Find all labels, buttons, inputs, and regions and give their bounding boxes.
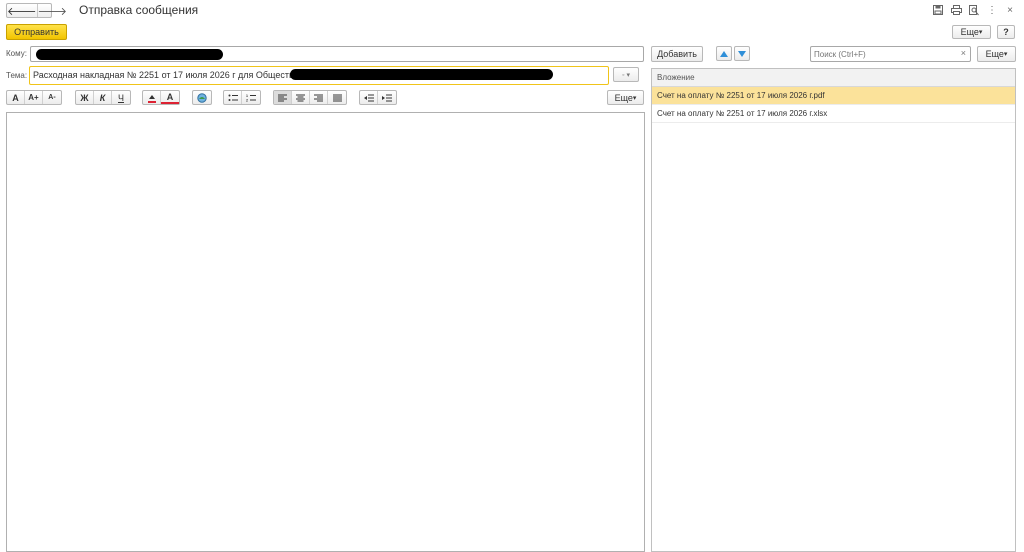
table-row[interactable]: Счет на оплату № 2251 от 17 июля 2026 г.… — [652, 87, 1015, 105]
arrow-down-icon — [738, 50, 746, 57]
font-decrease-icon[interactable]: A- — [43, 91, 61, 104]
history-nav: 🡐 🡒 — [6, 3, 67, 18]
format-more-label: Еще — [614, 92, 633, 103]
color-group: A — [142, 90, 180, 105]
forward-arrow-icon[interactable]: 🡒 — [38, 4, 68, 18]
table-row[interactable]: Счет на оплату № 2251 от 17 июля 2026 г.… — [652, 105, 1015, 123]
font-icon[interactable]: A — [7, 91, 25, 104]
attachment-name: Счет на оплату № 2251 от 17 июля 2026 г.… — [657, 91, 825, 100]
format-more-button[interactable]: Еще — [607, 90, 644, 105]
move-up-button[interactable] — [716, 46, 732, 61]
align-left-icon[interactable] — [274, 91, 292, 104]
italic-button[interactable]: К — [94, 91, 112, 104]
more-label: Еще — [960, 27, 979, 37]
bold-button[interactable]: Ж — [76, 91, 94, 104]
underline-button[interactable]: Ч — [112, 91, 130, 104]
numbered-list-icon[interactable]: 12 — [242, 91, 260, 104]
move-down-button[interactable] — [734, 46, 750, 61]
indent-group — [359, 90, 397, 105]
save-icon[interactable] — [932, 4, 944, 16]
window-controls: ⋮ × — [932, 4, 1016, 16]
redaction-mark — [36, 49, 223, 60]
font-style-group: Ж К Ч — [75, 90, 131, 105]
align-justify-icon[interactable] — [328, 91, 346, 104]
text-color-icon[interactable]: A — [161, 91, 179, 104]
svg-text:2: 2 — [246, 98, 248, 102]
redaction-mark — [290, 69, 553, 80]
svg-text:1: 1 — [246, 94, 248, 98]
send-button[interactable]: Отправить — [6, 24, 67, 40]
to-label: Кому: — [6, 49, 27, 58]
arrow-up-icon — [720, 50, 728, 57]
bullet-list-icon[interactable] — [224, 91, 242, 104]
column-header-attachment[interactable]: Вложение — [652, 69, 1015, 87]
help-button[interactable]: ? — [997, 25, 1015, 39]
attachments-more-button[interactable]: Еще — [977, 46, 1016, 62]
attachments-table: Вложение Счет на оплату № 2251 от 17 июл… — [651, 68, 1016, 552]
back-arrow-icon[interactable]: 🡐 — [7, 4, 38, 18]
subject-value: Расходная накладная № 2251 от 17 июля 20… — [33, 70, 322, 80]
print-icon[interactable] — [950, 4, 962, 16]
close-icon[interactable]: × — [1004, 4, 1016, 16]
align-right-icon[interactable] — [310, 91, 328, 104]
subject-label: Тема: — [6, 71, 28, 80]
attachments-more-label: Еще — [985, 49, 1004, 59]
font-size-group: A A+ A- — [6, 90, 62, 105]
preview-icon[interactable] — [968, 4, 980, 16]
indent-decrease-icon[interactable] — [360, 91, 378, 104]
image-icon[interactable] — [193, 91, 211, 104]
search-field[interactable]: × — [810, 46, 971, 62]
font-increase-icon[interactable]: A+ — [25, 91, 43, 104]
add-attachment-button[interactable]: Добавить — [651, 46, 703, 62]
window-title: Отправка сообщения — [79, 3, 199, 17]
message-body-editor[interactable] — [6, 112, 645, 552]
chevron-down-icon: ◦ ▾ — [622, 71, 630, 79]
more-menu-button[interactable]: Еще — [952, 25, 991, 39]
indent-increase-icon[interactable] — [378, 91, 396, 104]
subject-template-button[interactable]: ◦ ▾ — [613, 67, 639, 82]
image-group — [192, 90, 212, 105]
align-center-icon[interactable] — [292, 91, 310, 104]
search-input[interactable] — [811, 47, 956, 61]
list-group: 12 — [223, 90, 261, 105]
clear-search-icon[interactable]: × — [961, 48, 966, 58]
attachment-name: Счет на оплату № 2251 от 17 июля 2026 г.… — [657, 109, 828, 118]
align-group — [273, 90, 347, 105]
more-vertical-icon[interactable]: ⋮ — [986, 4, 998, 16]
background-color-icon[interactable] — [143, 91, 161, 104]
